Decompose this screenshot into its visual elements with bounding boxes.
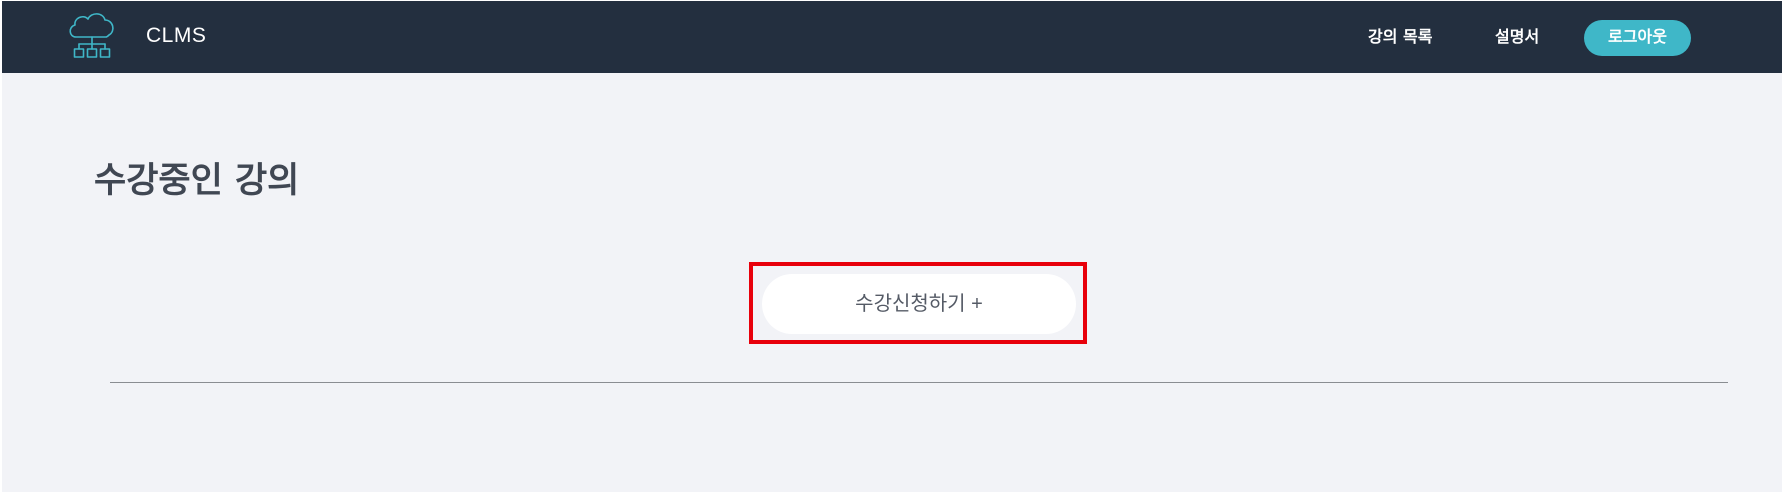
cloud-network-icon [69, 13, 114, 58]
nav-course-list-link[interactable]: 강의 목록 [1368, 26, 1432, 48]
nav-manual-link[interactable]: 설명서 [1495, 26, 1539, 48]
logout-button[interactable]: 로그아웃 [1584, 20, 1691, 56]
app-window: CLMS 강의 목록 설명서 로그아웃 수강중인 강의 수강신청하기 + [0, 0, 1782, 494]
top-navbar: CLMS 강의 목록 설명서 로그아웃 [2, 0, 1782, 73]
enroll-course-button[interactable]: 수강신청하기 + [762, 274, 1076, 334]
brand-name[interactable]: CLMS [146, 23, 206, 49]
section-divider [110, 382, 1728, 383]
page-title: 수강중인 강의 [94, 161, 300, 201]
